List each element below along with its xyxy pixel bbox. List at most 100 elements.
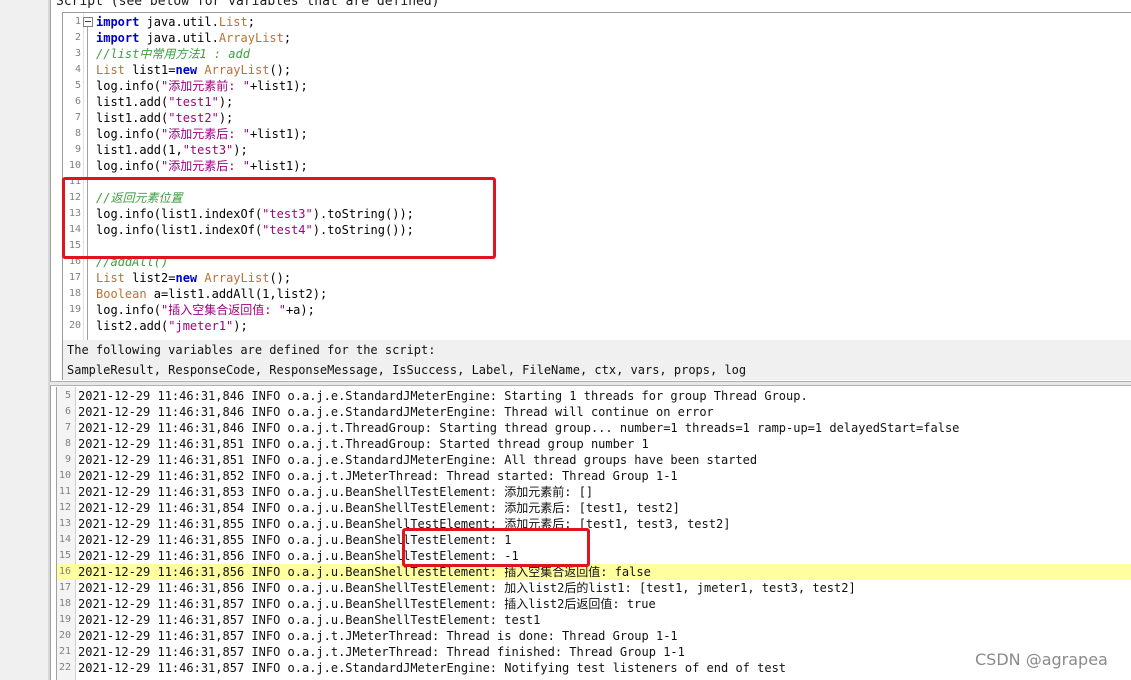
log-line[interactable]: 10 2021-12-29 11:46:31,852 INFO o.a.j.t.J… (57, 468, 1131, 484)
log-line[interactable]: 8 2021-12-29 11:46:31,851 INFO o.a.j.t.Th… (57, 436, 1131, 452)
script-panel-title: Script (see below for variables that are… (56, 0, 440, 9)
log-line[interactable]: 7 2021-12-29 11:46:31,846 INFO o.a.j.t.Th… (57, 420, 1131, 436)
log-text: 2021-12-29 11:46:31,857 INFO o.a.j.t.JMe… (78, 645, 685, 659)
code-token: import (96, 31, 140, 45)
code-token: ArrayList (204, 271, 270, 285)
log-text: 2021-12-29 11:46:31,852 INFO o.a.j.t.JMe… (78, 469, 678, 483)
line-number: 7 (74, 112, 81, 123)
variables-list: SampleResult, ResponseCode, ResponseMess… (67, 363, 747, 377)
log-line-number: 17 (58, 582, 71, 593)
log-line-number: 9 (64, 454, 71, 465)
code-token: +a); (285, 303, 315, 317)
code-text: list1.add(1,"test3"); (96, 142, 248, 158)
log-text: 2021-12-29 11:46:31,854 INFO o.a.j.u.Bea… (78, 501, 680, 515)
variables-header: The following variables are defined for … (67, 343, 436, 357)
code-token: "test1" (168, 95, 219, 109)
code-text: list1.add("test1"); (96, 94, 233, 110)
log-line[interactable]: 11 2021-12-29 11:46:31,853 INFO o.a.j.u.B… (57, 484, 1131, 500)
log-line[interactable]: 21 2021-12-29 11:46:31,857 INFO o.a.j.t.J… (57, 644, 1131, 660)
code-token: list1= (124, 63, 176, 77)
line-number: 10 (68, 160, 81, 171)
code-text: List list1=new ArrayList(); (96, 62, 291, 78)
line-number: 3 (74, 48, 81, 59)
log-text: 2021-12-29 11:46:31,857 INFO o.a.j.e.Sta… (78, 661, 787, 675)
code-token: list2= (124, 271, 176, 285)
log-line[interactable]: 13 2021-12-29 11:46:31,855 INFO o.a.j.u.B… (57, 516, 1131, 532)
log-line-number: 5 (64, 390, 71, 401)
line-number: 6 (74, 96, 81, 107)
log-viewer[interactable]: 5 2021-12-29 11:46:31,846 INFO o.a.j.e.St… (56, 387, 1131, 680)
code-token: a=list1.addAll(1,list2); (146, 287, 328, 301)
split-pane-divider[interactable] (50, 381, 1131, 386)
log-line[interactable]: 19 2021-12-29 11:46:31,857 INFO o.a.j.u.B… (57, 612, 1131, 628)
log-line-number: 15 (58, 550, 71, 561)
log-line-number: 14 (58, 534, 71, 545)
code-token: list1.add(1, (96, 143, 183, 157)
code-token: log.info( (96, 159, 162, 173)
code-token: +list1); (249, 159, 308, 173)
code-token: (); (269, 63, 292, 77)
log-line-number: 22 (58, 662, 71, 673)
log-line[interactable]: 5 2021-12-29 11:46:31,846 INFO o.a.j.e.St… (57, 388, 1131, 404)
code-token: java.util. (139, 31, 219, 45)
code-token: "添加元素前: " (161, 79, 250, 93)
code-token: list1.add( (96, 111, 169, 125)
log-line-number: 20 (58, 630, 71, 641)
line-number: 2 (74, 32, 81, 43)
code-token: list2.add( (96, 319, 169, 333)
line-number: 8 (74, 128, 81, 139)
code-token: list1.add( (96, 95, 169, 109)
code-token: Boolean (96, 287, 147, 301)
line-number: 17 (68, 272, 81, 283)
code-text: list1.add("test2"); (96, 110, 233, 126)
log-line[interactable]: 17 2021-12-29 11:46:31,856 INFO o.a.j.u.B… (57, 580, 1131, 596)
code-token: "添加元素后: " (161, 127, 250, 141)
code-text: list2.add("jmeter1"); (96, 318, 248, 334)
code-token: +list1); (249, 127, 308, 141)
code-token: //list中常用方法1 : add (96, 47, 250, 61)
fold-collapse-icon[interactable] (83, 17, 93, 27)
log-line[interactable]: 18 2021-12-29 11:46:31,857 INFO o.a.j.u.B… (57, 596, 1131, 612)
code-text: import java.util.List; (96, 14, 255, 30)
log-line-number: 13 (58, 518, 71, 529)
log-line-number: 21 (58, 646, 71, 657)
log-text: 2021-12-29 11:46:31,846 INFO o.a.j.t.Thr… (78, 421, 960, 435)
code-text: import java.util.ArrayList; (96, 30, 291, 46)
log-line[interactable]: 20 2021-12-29 11:46:31,857 INFO o.a.j.t.J… (57, 628, 1131, 644)
code-text: log.info("添加元素后: "+list1); (96, 126, 308, 142)
code-text: log.info("添加元素后: "+list1); (96, 158, 308, 174)
log-text: 2021-12-29 11:46:31,853 INFO o.a.j.u.Bea… (78, 485, 594, 499)
log-line-number: 10 (58, 470, 71, 481)
line-number: 1 (74, 16, 81, 27)
code-token: ArrayList (204, 63, 270, 77)
code-token: List (96, 271, 125, 285)
code-token: "jmeter1" (168, 319, 234, 333)
log-line[interactable]: 9 2021-12-29 11:46:31,851 INFO o.a.j.e.St… (57, 452, 1131, 468)
code-token: ); (218, 111, 234, 125)
code-token: log.info( (96, 127, 162, 141)
code-text: Boolean a=list1.addAll(1,list2); (96, 286, 327, 302)
code-token: log.info( (96, 79, 162, 93)
code-token: (); (269, 271, 292, 285)
log-line[interactable]: 15 2021-12-29 11:46:31,856 INFO o.a.j.u.B… (57, 548, 1131, 564)
code-text: //list中常用方法1 : add (96, 46, 250, 62)
log-line-number: 11 (58, 486, 71, 497)
log-line-number: 18 (58, 598, 71, 609)
log-line-number: 16 (58, 566, 71, 577)
log-line-number: 8 (64, 438, 71, 449)
log-line[interactable]: 12 2021-12-29 11:46:31,854 INFO o.a.j.u.B… (57, 500, 1131, 516)
left-tree-panel (0, 0, 51, 680)
log-line[interactable]: 14 2021-12-29 11:46:31,855 INFO o.a.j.u.B… (57, 532, 1131, 548)
code-token: ArrayList (218, 31, 284, 45)
watermark: CSDN @agrapea (975, 650, 1108, 669)
annotation-box-code (62, 177, 496, 259)
log-text: 2021-12-29 11:46:31,846 INFO o.a.j.e.Sta… (78, 405, 714, 419)
log-line[interactable]: 22 2021-12-29 11:46:31,857 INFO o.a.j.e.S… (57, 660, 1131, 676)
log-line[interactable]: 16 2021-12-29 11:46:31,856 INFO o.a.j.u.B… (57, 564, 1131, 580)
line-number: 19 (68, 304, 81, 315)
code-text: log.info("插入空集合返回值: "+a); (96, 302, 315, 318)
log-line[interactable]: 6 2021-12-29 11:46:31,846 INFO o.a.j.e.St… (57, 404, 1131, 420)
log-line-number: 19 (58, 614, 71, 625)
code-token: ); (233, 143, 248, 157)
log-text: 2021-12-29 11:46:31,856 INFO o.a.j.u.Bea… (78, 581, 856, 595)
